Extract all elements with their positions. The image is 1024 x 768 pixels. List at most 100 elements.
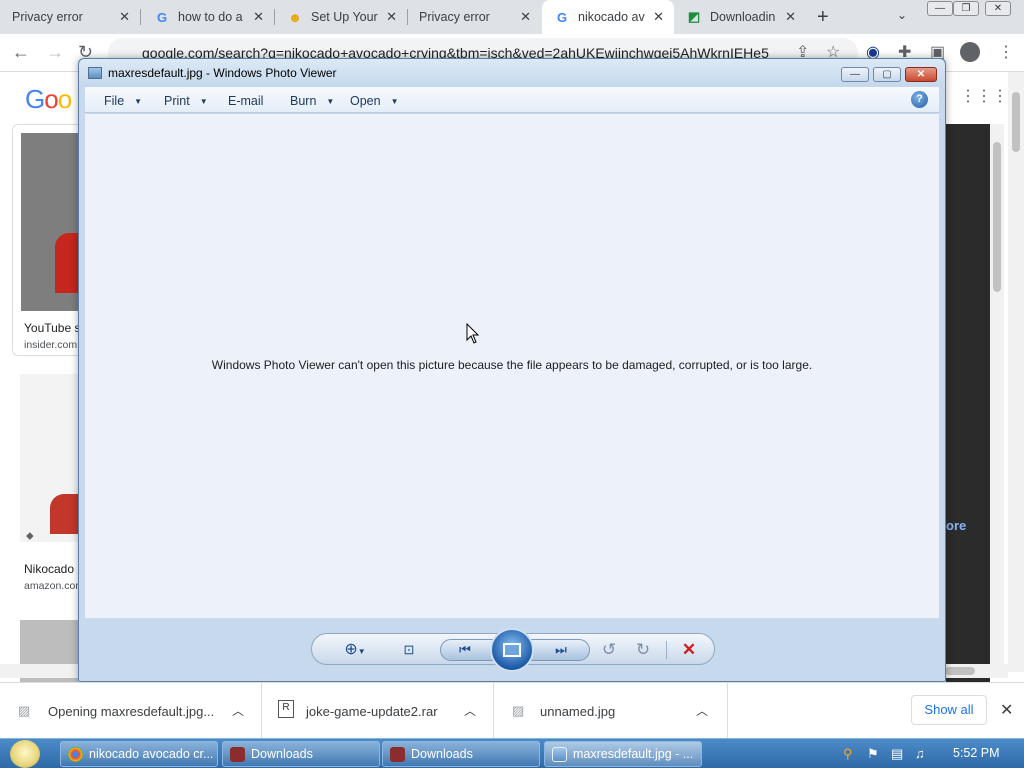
browser-minimize-button[interactable]: — xyxy=(927,1,953,16)
photo-viewer-menubar: File ▼ Print ▼ E-mail Burn ▼ Open ▼ ? xyxy=(85,87,939,113)
rotate-clockwise-icon[interactable]: ↻ xyxy=(632,640,654,660)
network-icon[interactable]: ▤ xyxy=(891,746,903,762)
browser-close-button[interactable]: ✕ xyxy=(985,1,1011,16)
start-button[interactable] xyxy=(10,740,40,768)
tab-close-icon[interactable]: ✕ xyxy=(119,9,130,25)
tab-close-icon[interactable]: ✕ xyxy=(386,9,397,25)
download-item[interactable]: ▨ Opening maxresdefault.jpg... ︿ xyxy=(0,683,262,739)
mouse-cursor-icon xyxy=(466,323,480,344)
chrome-menu-icon[interactable]: ⋮ xyxy=(998,42,1014,62)
close-download-bar-icon[interactable]: ✕ xyxy=(1000,700,1013,720)
profile-avatar[interactable] xyxy=(960,42,980,62)
google-g-icon: G xyxy=(156,9,168,25)
photo-viewer-minimize-button[interactable]: — xyxy=(841,67,869,82)
dropdown-arrow-icon: ▼ xyxy=(390,97,399,106)
browser-restore-button[interactable]: ❐ xyxy=(953,1,979,16)
tag-icon: ⬥ xyxy=(26,530,34,542)
forward-arrow-icon[interactable]: → xyxy=(46,42,64,63)
actual-size-icon[interactable]: ⊡ xyxy=(398,640,420,660)
browser-tab-strip: Privacy error ✕ G how to do a ✕ ☻ Set Up… xyxy=(0,0,1024,34)
slideshow-button[interactable] xyxy=(490,628,534,672)
download-item[interactable]: ▨ unnamed.jpg ︿ xyxy=(494,683,728,739)
scrollbar-thumb[interactable] xyxy=(993,142,1001,292)
photo-viewer-controls: ⊕▼ ⊡ ⏮ ⏭ ↺ ↻ ✕ xyxy=(311,628,715,672)
search-tray-icon[interactable]: ⚲ xyxy=(843,746,853,762)
delete-icon[interactable]: ✕ xyxy=(678,640,700,660)
taskbar-item-chrome[interactable]: nikocado avocado cr... xyxy=(60,741,218,767)
chevron-up-icon[interactable]: ︿ xyxy=(232,702,244,719)
photo-viewer-window: maxresdefault.jpg - Windows Photo Viewer… xyxy=(78,58,946,682)
taskbar-label: Downloads xyxy=(251,747,313,761)
download-name: unnamed.jpg xyxy=(540,704,616,719)
rar-archive-icon: R xyxy=(278,700,294,718)
image-result-card[interactable]: YouTube s insider.com xyxy=(12,124,81,356)
image-result-source: insider.com xyxy=(24,339,78,351)
image-result-thumbnail xyxy=(20,374,78,542)
show-more-link[interactable]: ore xyxy=(946,518,966,533)
scrollbar-thumb[interactable] xyxy=(1012,92,1020,152)
tab-close-icon[interactable]: ✕ xyxy=(653,9,664,25)
chevron-up-icon[interactable]: ︿ xyxy=(696,702,708,719)
tab-how-to-do[interactable]: G how to do a ✕ xyxy=(142,0,274,34)
rotate-counterclockwise-icon[interactable]: ↺ xyxy=(598,640,620,660)
google-apps-grid-icon[interactable]: ⋮⋮⋮ xyxy=(960,86,1008,106)
tab-privacy-error-2[interactable]: Privacy error ✕ xyxy=(407,0,541,34)
photo-viewer-close-button[interactable]: ✕ xyxy=(905,67,937,82)
chrome-icon xyxy=(68,747,83,762)
tab-close-icon[interactable]: ✕ xyxy=(253,9,264,25)
download-bar: ▨ Opening maxresdefault.jpg... ︿ R joke-… xyxy=(0,682,1024,739)
menu-file[interactable]: File ▼ xyxy=(104,94,142,108)
show-all-button[interactable]: Show all xyxy=(911,695,987,725)
image-result-source: amazon.com xyxy=(24,580,85,592)
tab-downloading[interactable]: ◩ Downloadin ✕ xyxy=(674,0,806,34)
dropdown-arrow-icon: ▼ xyxy=(134,97,143,106)
slideshow-icon xyxy=(503,643,521,657)
new-tab-plus-icon[interactable]: + xyxy=(817,6,829,29)
taskbar-clock[interactable]: 5:52 PM xyxy=(953,746,1000,760)
tab-close-icon[interactable]: ✕ xyxy=(520,9,531,25)
help-icon[interactable]: ? xyxy=(911,91,928,108)
previous-icon[interactable]: ⏮ xyxy=(454,640,476,660)
tab-set-up-your[interactable]: ☻ Set Up Your ✕ xyxy=(275,0,407,34)
tab-label: Privacy error xyxy=(12,10,83,24)
tab-label: Set Up Your xyxy=(311,10,378,24)
back-arrow-icon[interactable]: ← xyxy=(12,42,30,63)
tab-close-icon[interactable]: ✕ xyxy=(785,9,796,25)
folder-app-icon xyxy=(230,747,245,762)
image-result-title: Nikocado xyxy=(24,562,75,576)
taskbar-item-downloads-2[interactable]: Downloads xyxy=(382,741,540,767)
download-name: joke-game-update2.rar xyxy=(306,704,438,719)
volume-icon[interactable]: ♫ xyxy=(915,746,925,761)
google-logo[interactable]: Goo xyxy=(25,84,72,115)
image-file-icon: ▨ xyxy=(18,703,31,718)
tab-label: how to do a xyxy=(178,10,243,24)
error-message: Windows Photo Viewer can't open this pic… xyxy=(211,358,813,372)
taskbar-item-downloads-1[interactable]: Downloads xyxy=(222,741,380,767)
menu-open[interactable]: Open ▼ xyxy=(350,94,399,108)
action-center-flag-icon[interactable]: ⚑ xyxy=(867,746,879,762)
tab-privacy-error-1[interactable]: Privacy error ✕ xyxy=(0,0,140,34)
taskbar-label: maxresdefault.jpg - ... xyxy=(573,747,694,761)
chevron-up-icon[interactable]: ︿ xyxy=(464,702,476,719)
next-icon[interactable]: ⏭ xyxy=(550,640,572,660)
scrollbar-thumb[interactable] xyxy=(945,667,975,675)
image-preview-panel xyxy=(946,124,990,682)
zoom-magnifier-icon[interactable]: ⊕▼ xyxy=(338,640,372,660)
image-result-card[interactable]: ⬥ Nikocado amazon.com xyxy=(12,370,84,610)
tab-nikocado-active[interactable]: G nikocado av ✕ xyxy=(542,0,674,34)
photo-viewer-titlebar[interactable]: maxresdefault.jpg - Windows Photo Viewer… xyxy=(79,59,945,87)
menu-burn[interactable]: Burn ▼ xyxy=(290,94,334,108)
photo-viewer-maximize-button[interactable]: ▢ xyxy=(873,67,901,82)
menu-label: File xyxy=(104,94,125,108)
results-scrollbar[interactable] xyxy=(990,124,1004,664)
menu-label: Print xyxy=(164,94,190,108)
photo-viewer-icon xyxy=(88,67,102,79)
download-item[interactable]: R joke-game-update2.rar ︿ xyxy=(262,683,494,739)
page-scrollbar[interactable] xyxy=(1008,72,1024,672)
tab-label: Downloadin xyxy=(710,10,776,24)
tab-search-chevron-icon[interactable]: ⌄ xyxy=(897,8,907,22)
menu-email[interactable]: E-mail xyxy=(228,94,263,108)
taskbar-item-photo-viewer[interactable]: maxresdefault.jpg - ... xyxy=(544,741,702,767)
menu-print[interactable]: Print ▼ xyxy=(164,94,208,108)
tab-label: nikocado av xyxy=(578,10,645,24)
